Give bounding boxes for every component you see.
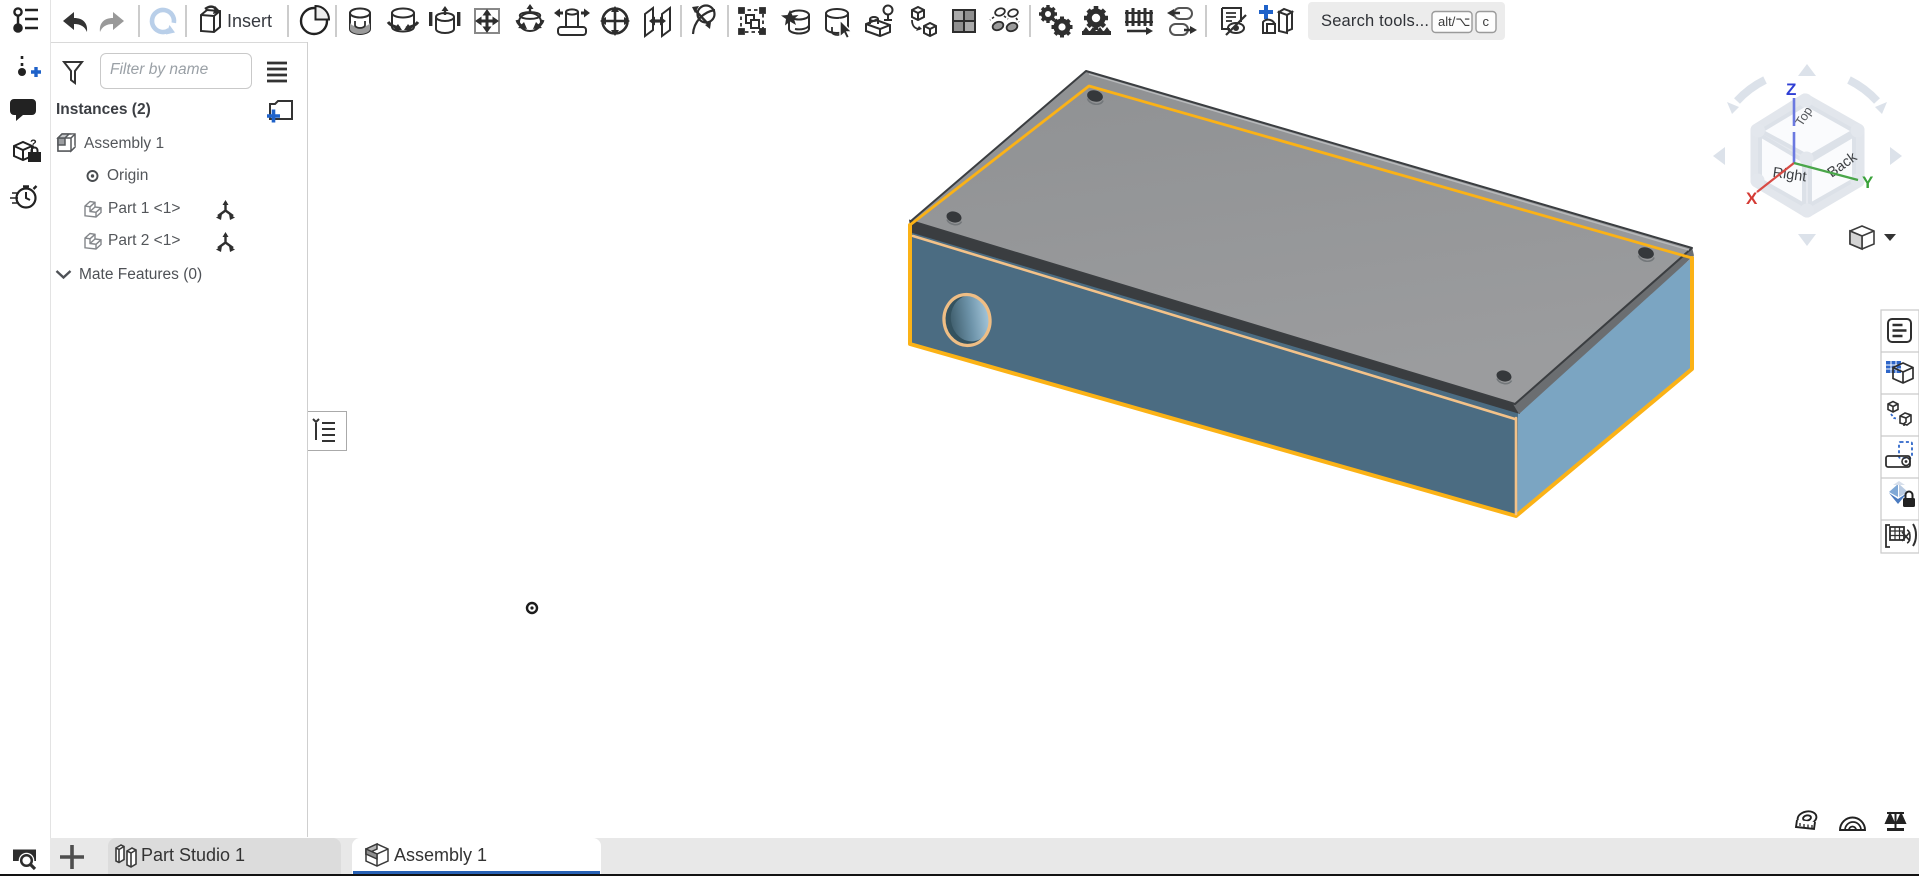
svg-text:Y: Y [1862,173,1874,192]
svg-text:X: X [1746,189,1758,208]
svg-text:Z: Z [1786,80,1796,99]
